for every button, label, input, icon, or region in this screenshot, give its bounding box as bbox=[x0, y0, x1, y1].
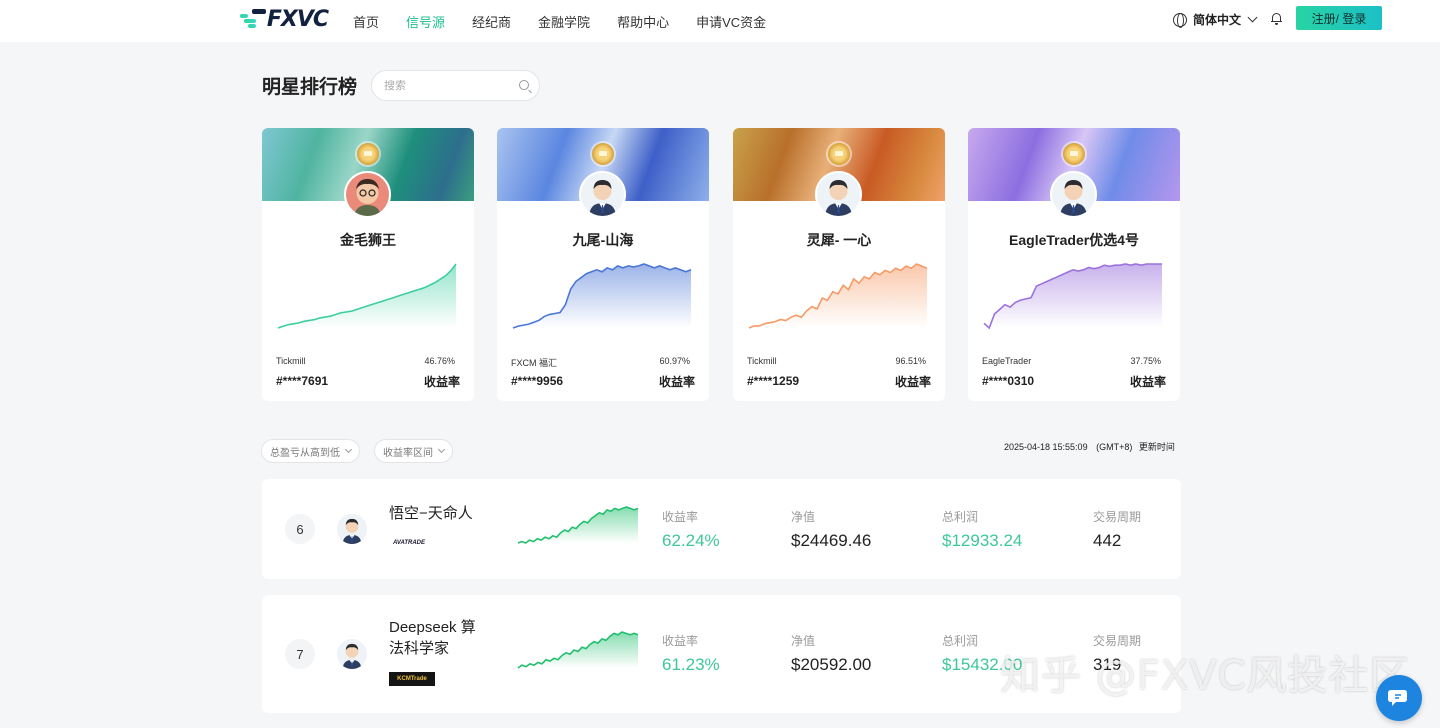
net-value-label: 净值 bbox=[791, 634, 816, 648]
nav-signals[interactable]: 信号源 bbox=[406, 12, 445, 31]
equity-chart bbox=[277, 263, 457, 329]
yield-range-label: 收益率区间 bbox=[383, 447, 433, 459]
chevron-down-icon bbox=[1247, 12, 1258, 23]
update-label: 更新时间 bbox=[1138, 442, 1175, 452]
equity-chart bbox=[983, 263, 1162, 330]
nav-help[interactable]: 帮助中心 bbox=[617, 12, 669, 31]
watermark: 知乎 @FXVC风投社区 bbox=[1000, 653, 1411, 699]
broker-logo: AVATRADE bbox=[393, 540, 425, 546]
equity-chart bbox=[748, 263, 928, 329]
total-profit-label: 总利润 bbox=[942, 634, 979, 648]
account-number: #****0310 bbox=[982, 374, 1035, 388]
net-value: $20592.00 bbox=[791, 655, 872, 674]
chevron-down-icon bbox=[344, 445, 353, 454]
total-profit-label: 总利润 bbox=[942, 510, 979, 524]
yield-percent: 96.51% bbox=[895, 356, 926, 366]
yield-label: 收益率 bbox=[662, 510, 699, 524]
update-timezone: (GMT+8) bbox=[1096, 442, 1133, 452]
trader-name: 灵犀- 一心 bbox=[806, 232, 872, 248]
medal-icon bbox=[1063, 143, 1085, 165]
yield-percent: 60.97% bbox=[659, 356, 690, 366]
equity-chart bbox=[517, 506, 639, 544]
bell-icon[interactable] bbox=[1271, 12, 1282, 25]
nav-home[interactable]: 首页 bbox=[353, 12, 379, 31]
avatar bbox=[815, 171, 862, 218]
chevron-down-icon bbox=[437, 445, 446, 454]
broker-logo: KCMTrade bbox=[389, 672, 435, 686]
update-time: 2025-04-18 15:55:09 (GMT+8) 更新时间 bbox=[1004, 440, 1175, 453]
rank-badge: 6 bbox=[285, 514, 315, 544]
globe-icon bbox=[1173, 12, 1187, 28]
chart-area bbox=[513, 264, 691, 328]
trader-name[interactable]: Deepseek 算法科学家 bbox=[389, 617, 489, 659]
avatar bbox=[1050, 171, 1097, 218]
chat-bubble-icon[interactable] bbox=[1376, 675, 1422, 721]
yield-value: 61.23% bbox=[662, 655, 720, 674]
account-number: #****9956 bbox=[511, 374, 564, 388]
yield-range-dropdown[interactable]: 收益率区间 bbox=[374, 439, 453, 463]
nav-academy[interactable]: 金融学院 bbox=[538, 12, 590, 31]
broker-name: Tickmill bbox=[276, 356, 306, 366]
star-card-2[interactable]: 九尾-山海 FXCM 福汇 60.97% #****9956 收益率 bbox=[497, 128, 709, 401]
top-header: FXVC 首页 信号源 经纪商 金融学院 帮助中心 申请VC资金 简体中文 注册… bbox=[0, 0, 1440, 42]
avatar bbox=[337, 639, 367, 669]
trading-period: 442 bbox=[1093, 531, 1122, 550]
nav-apply-vc[interactable]: 申请VC资金 bbox=[696, 12, 766, 31]
trader-name: EagleTrader优选4号 bbox=[1009, 232, 1139, 248]
total-profit: $12933.24 bbox=[942, 531, 1023, 550]
yield-label: 收益率 bbox=[658, 375, 695, 389]
sort-dropdown[interactable]: 总盈亏从高到低 bbox=[261, 439, 360, 463]
chart-area bbox=[518, 632, 638, 668]
yield-percent: 46.76% bbox=[424, 356, 455, 366]
yield-label: 收益率 bbox=[423, 375, 460, 389]
avatar bbox=[579, 171, 626, 218]
language-label: 简体中文 bbox=[1193, 13, 1242, 27]
chart-area bbox=[984, 264, 1162, 328]
equity-chart bbox=[517, 631, 639, 669]
broker-name: EagleTrader bbox=[982, 356, 1032, 366]
yield-percent: 37.75% bbox=[1130, 356, 1161, 366]
star-card-1[interactable]: 金毛狮王 Tickmill 46.76% #****7691 收益率 bbox=[262, 128, 474, 401]
star-card-4[interactable]: EagleTrader优选4号 EagleTrader 37.75% #****… bbox=[968, 128, 1180, 401]
logo-mark-icon bbox=[240, 8, 267, 30]
star-card-3[interactable]: 灵犀- 一心 Tickmill 96.51% #****1259 收益率 bbox=[733, 128, 945, 401]
medal-icon bbox=[592, 143, 614, 165]
update-timestamp: 2025-04-18 15:55:09 bbox=[1004, 442, 1088, 452]
medal-icon bbox=[357, 143, 379, 165]
yield-label: 收益率 bbox=[662, 634, 699, 648]
search-box bbox=[371, 70, 540, 101]
trader-name[interactable]: 悟空−天命人 bbox=[389, 503, 473, 524]
search-icon[interactable] bbox=[519, 80, 529, 90]
net-value: $24469.46 bbox=[791, 531, 872, 550]
chart-area bbox=[749, 264, 927, 328]
login-register-button[interactable]: 注册/ 登录 bbox=[1296, 6, 1382, 30]
yield-value: 62.24% bbox=[662, 531, 720, 550]
trader-name: 九尾-山海 bbox=[572, 232, 634, 248]
avatar bbox=[337, 514, 367, 544]
rank-badge: 7 bbox=[285, 639, 315, 669]
logo-text: FXVC bbox=[266, 6, 329, 32]
avatar bbox=[344, 171, 391, 218]
page-title: 明星排行榜 bbox=[262, 77, 358, 98]
sort-label: 总盈亏从高到低 bbox=[270, 447, 340, 459]
yield-label: 收益率 bbox=[894, 375, 931, 389]
broker-name: Tickmill bbox=[747, 356, 777, 366]
equity-chart bbox=[512, 263, 692, 329]
language-selector[interactable]: 简体中文 bbox=[1173, 11, 1258, 28]
nav-brokers[interactable]: 经纪商 bbox=[472, 12, 511, 31]
account-number: #****1259 bbox=[747, 374, 800, 388]
ranking-row-6[interactable]: 6 悟空−天命人 AVATRADE 收益率 62.24% 净值 $24469.4… bbox=[262, 479, 1181, 579]
chart-area bbox=[518, 507, 638, 543]
fxvc-logo[interactable]: FXVC bbox=[240, 6, 329, 32]
period-label: 交易周期 bbox=[1093, 510, 1142, 524]
account-number: #****7691 bbox=[276, 374, 329, 388]
trader-name: 金毛狮王 bbox=[340, 232, 396, 248]
main-nav: 首页 信号源 经纪商 金融学院 帮助中心 申请VC资金 bbox=[353, 0, 793, 42]
chart-area bbox=[278, 264, 456, 328]
net-value-label: 净值 bbox=[791, 510, 816, 524]
broker-name: FXCM 福汇 bbox=[511, 358, 557, 368]
search-input[interactable] bbox=[384, 79, 504, 92]
yield-label: 收益率 bbox=[1129, 375, 1166, 389]
medal-icon bbox=[828, 143, 850, 165]
